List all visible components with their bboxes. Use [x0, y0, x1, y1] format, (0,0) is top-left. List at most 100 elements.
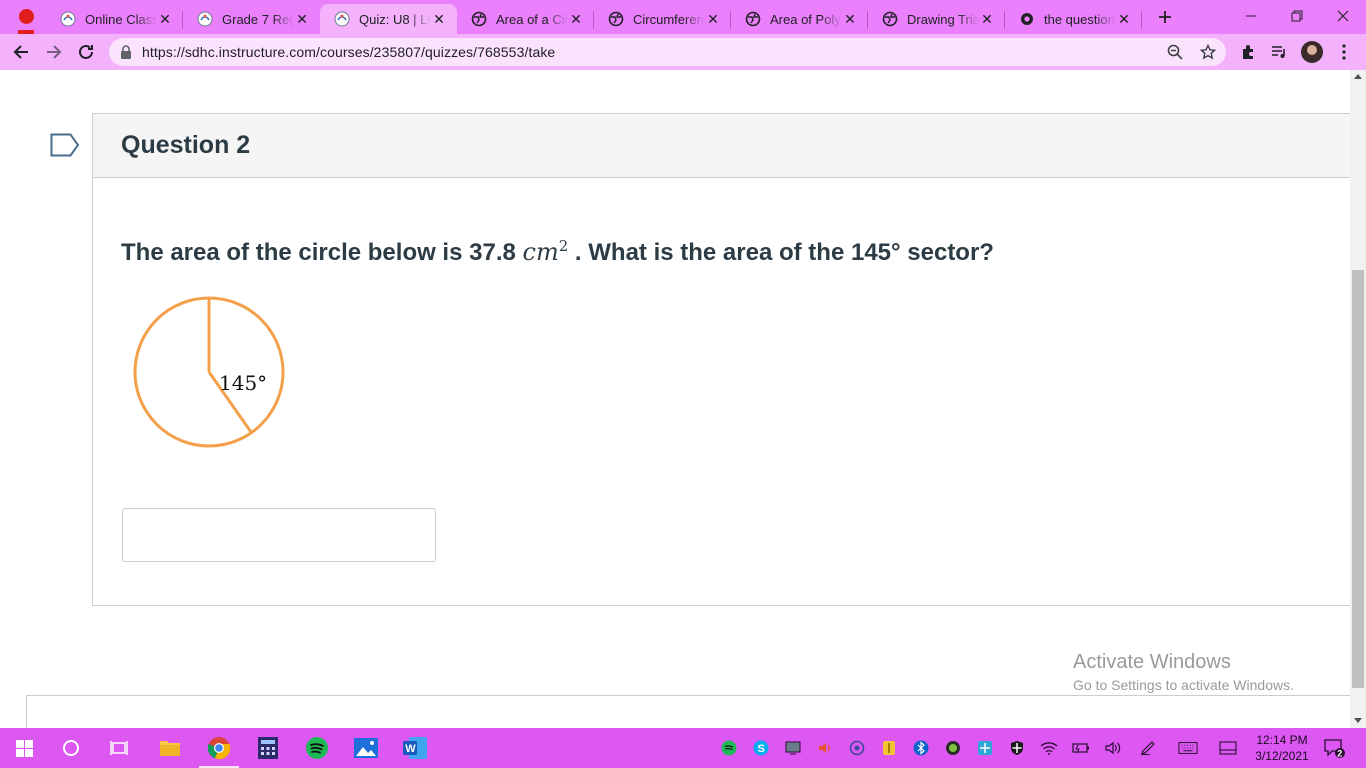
zoom-icon[interactable] [1166, 43, 1184, 61]
pen-icon[interactable] [1139, 738, 1159, 758]
brainly-icon [1019, 11, 1035, 27]
question-header: Question 2 [93, 114, 1350, 178]
close-icon[interactable]: ✕ [294, 11, 310, 27]
windows-taskbar: W S 12:14 PM 3/12/2021 2 [0, 728, 1366, 768]
page-scrollbar[interactable] [1350, 70, 1366, 728]
start-button[interactable] [0, 728, 48, 768]
clock-date: 3/12/2021 [1255, 749, 1309, 763]
close-icon[interactable]: ✕ [705, 11, 721, 27]
circle-sector-figure: 145° [133, 296, 285, 448]
tab-title: Area of a Circle [496, 11, 568, 27]
taskbar-calculator[interactable] [244, 728, 292, 768]
battery-icon[interactable] [1071, 738, 1091, 758]
tab-area-of-polygons[interactable]: Area of Polygons ✕ [731, 4, 868, 34]
tab-quiz-u8-l6[interactable]: Quiz: U8 | L6 ✕ [320, 4, 457, 34]
wifi-icon[interactable] [1039, 738, 1059, 758]
cortana-icon [63, 740, 79, 756]
watermark-line1: Activate Windows [1073, 651, 1231, 673]
question-card: Question 2 The area of the circle below … [92, 113, 1350, 606]
tab-strip: Online Classroom ✕ Grade 7 Regular ✕ Qui… [0, 0, 1366, 34]
spotify-icon [306, 737, 328, 759]
taskbar-spotify[interactable] [293, 728, 341, 768]
back-button[interactable] [7, 38, 35, 66]
tray-skype-icon[interactable]: S [751, 738, 771, 758]
tab-grade-7-regular[interactable]: Grade 7 Regular ✕ [183, 4, 320, 34]
question-text: The area of the circle below is 37.8 cm2… [121, 237, 994, 267]
task-view-button[interactable] [95, 728, 143, 768]
taskbar-word[interactable]: W [391, 728, 439, 768]
tab-title: Quiz: U8 | L6 [359, 11, 431, 27]
scroll-up-arrow[interactable] [1354, 74, 1362, 79]
next-question-card [26, 695, 1350, 728]
unit: cm [522, 238, 559, 266]
tray-spotify-icon[interactable] [719, 738, 739, 758]
volume-icon[interactable] [1103, 738, 1123, 758]
close-icon[interactable]: ✕ [568, 11, 584, 27]
taskbar-chrome[interactable] [195, 728, 243, 768]
globe-icon [471, 11, 487, 27]
tray-security-icon[interactable] [879, 738, 899, 758]
flag-question-icon[interactable] [50, 133, 80, 162]
question-title: Question 2 [121, 131, 251, 159]
system-clock[interactable]: 12:14 PM 3/12/2021 [1250, 732, 1314, 764]
activate-windows-watermark: Activate Windows Go to Settings to activ… [1073, 651, 1294, 693]
notification-center-icon[interactable]: 2 [1323, 737, 1345, 759]
tray-app-icon[interactable] [847, 738, 867, 758]
extensions-icon[interactable] [1238, 42, 1258, 62]
canvas-icon [60, 11, 76, 27]
taskbar-file-explorer[interactable] [146, 728, 194, 768]
angle-label: 145° [219, 371, 267, 395]
bookmark-star-icon[interactable] [1199, 43, 1217, 61]
close-icon[interactable]: ✕ [979, 11, 995, 27]
arrow-left-icon [13, 45, 28, 59]
answer-input[interactable] [122, 508, 436, 562]
tab-area-of-a-circle[interactable]: Area of a Circle ✕ [457, 4, 594, 34]
tab-the-question[interactable]: the question ✕ [1005, 4, 1142, 34]
recording-indicator [19, 9, 34, 24]
menu-kebab-icon[interactable] [1334, 42, 1354, 62]
tray-network-app-icon[interactable] [975, 738, 995, 758]
close-icon[interactable]: ✕ [842, 11, 858, 27]
url-text: https://sdhc.instructure.com/courses/235… [142, 44, 556, 60]
tab-drawing-triangles[interactable]: Drawing Triangles ✕ [868, 4, 1005, 34]
restore-button[interactable] [1274, 0, 1320, 32]
avatar[interactable] [1301, 41, 1323, 63]
tray-monitor-icon[interactable] [783, 738, 803, 758]
scroll-down-arrow[interactable] [1354, 718, 1362, 723]
photos-icon [354, 738, 378, 758]
question-text-after: . What is the area of the 145° sector? [568, 239, 994, 266]
folder-icon [160, 741, 180, 756]
close-icon[interactable]: ✕ [431, 11, 447, 27]
tray-app2-icon[interactable] [943, 738, 963, 758]
keyboard-icon[interactable] [1178, 738, 1198, 758]
new-tab-button[interactable] [1153, 6, 1177, 28]
tab-online-classroom[interactable]: Online Classroom ✕ [46, 4, 183, 34]
close-icon[interactable]: ✕ [157, 11, 173, 27]
taskbar-photos[interactable] [342, 728, 390, 768]
word-icon: W [403, 737, 427, 759]
tab-title: Online Classroom [85, 11, 157, 27]
forward-button[interactable] [40, 38, 68, 66]
canvas-icon [334, 11, 350, 27]
globe-icon [608, 11, 624, 27]
close-icon[interactable]: ✕ [1116, 11, 1132, 27]
globe-icon [882, 11, 898, 27]
lock-icon [120, 45, 132, 64]
windows-security-icon[interactable] [1007, 738, 1027, 758]
search-button[interactable] [47, 728, 95, 768]
desktop-icon[interactable] [1218, 738, 1238, 758]
bluetooth-icon[interactable] [911, 738, 931, 758]
minimize-button[interactable] [1228, 0, 1274, 32]
tab-title: the question [1044, 11, 1115, 27]
tab-title: Grade 7 Regular [222, 11, 294, 27]
reload-icon [79, 44, 93, 59]
scroll-thumb[interactable] [1352, 270, 1364, 688]
media-control-icon[interactable] [1269, 42, 1289, 62]
watermark-line2: Go to Settings to activate Windows. [1073, 677, 1294, 693]
close-window-button[interactable] [1320, 0, 1366, 32]
tray-audio-icon[interactable] [815, 738, 835, 758]
address-bar[interactable]: https://sdhc.instructure.com/courses/235… [109, 38, 1226, 66]
reload-button[interactable] [72, 38, 100, 66]
plus-icon [1159, 11, 1171, 23]
tab-circumference[interactable]: Circumference ✕ [594, 4, 731, 34]
